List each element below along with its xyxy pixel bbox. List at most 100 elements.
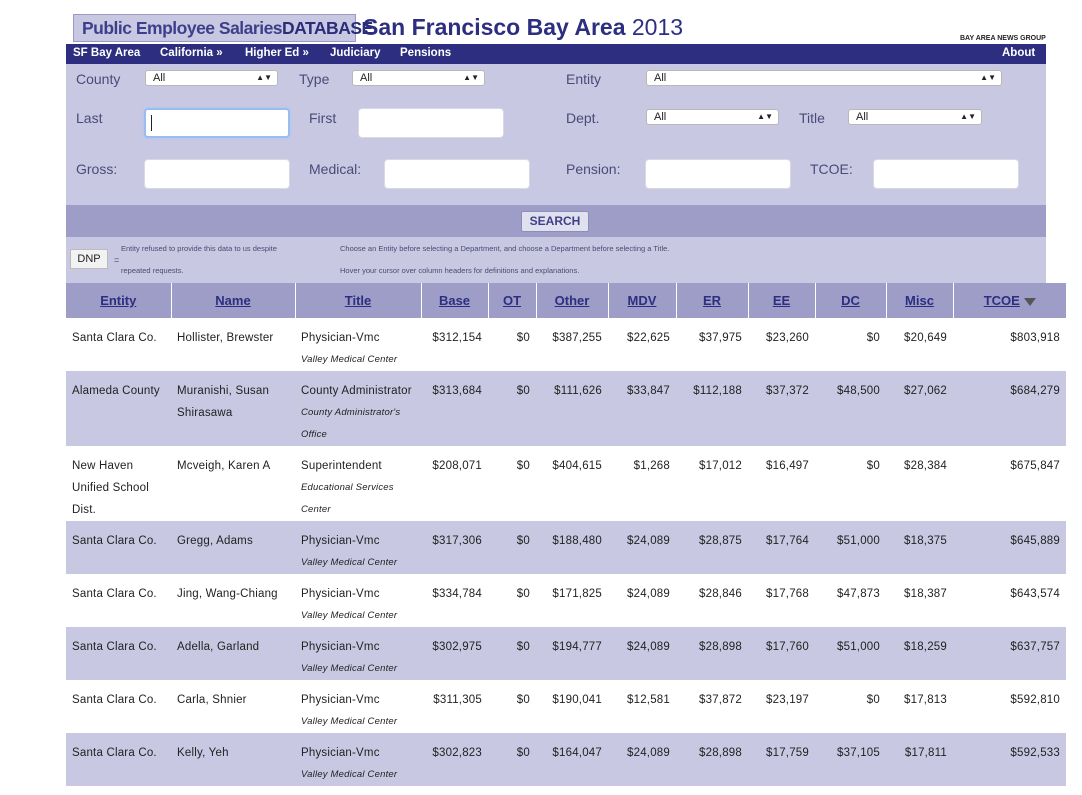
cell-entity: Santa Clara Co. <box>66 521 171 574</box>
cell-misc: $28,384 <box>886 446 953 521</box>
cell-entity: Santa Clara Co. <box>66 627 171 680</box>
cell-misc: $18,259 <box>886 627 953 680</box>
gross-input[interactable] <box>144 159 290 189</box>
tcoe-value: $675,847 <box>1010 460 1060 472</box>
gross-label: Gross: <box>76 161 118 177</box>
tcoe-input[interactable] <box>873 159 1019 189</box>
title-select[interactable]: All ▲▼ <box>848 109 982 125</box>
cell-tcoe: $643,574 <box>953 574 1066 627</box>
medical-input[interactable] <box>384 159 530 189</box>
hint-hover-headers: Hover your cursor over column headers fo… <box>340 266 580 275</box>
cell-other: $111,626 <box>536 371 608 446</box>
cell-dc: $51,000 <box>815 521 886 574</box>
nav-about[interactable]: About <box>1002 47 1035 59</box>
column-header-base[interactable]: Base <box>421 283 489 318</box>
other-value: $404,615 <box>552 460 602 472</box>
entity-value: New Haven Unified School Dist. <box>72 460 149 516</box>
cell-ot: $0 <box>488 733 536 786</box>
cell-tcoe: $592,533 <box>953 733 1066 786</box>
cell-entity: Alameda County <box>66 371 171 446</box>
base-value: $312,154 <box>432 332 482 344</box>
cell-mdv: $12,581 <box>608 680 676 733</box>
title-value: Physician-Vmc <box>301 332 380 344</box>
misc-value: $28,384 <box>904 460 947 472</box>
cell-name: Adella, Garland <box>171 627 295 680</box>
mdv-value: $1,268 <box>633 460 670 472</box>
logo-database-text: DATABASE <box>282 17 373 38</box>
other-value: $190,041 <box>552 694 602 706</box>
tcoe-value: $637,757 <box>1010 641 1060 653</box>
cell-misc: $18,387 <box>886 574 953 627</box>
column-header-label: ER <box>702 293 722 308</box>
title-value: Superintendent <box>301 460 382 472</box>
cell-ot: $0 <box>488 318 536 371</box>
cell-mdv: $22,625 <box>608 318 676 371</box>
department-value: Valley Medical Center <box>301 716 398 727</box>
column-header-label: Misc <box>905 293 934 308</box>
other-value: $188,480 <box>552 535 602 547</box>
search-button[interactable]: SEARCH <box>521 211 589 232</box>
type-select[interactable]: All ▲▼ <box>352 70 485 86</box>
pension-input[interactable] <box>645 159 791 189</box>
first-name-input[interactable] <box>358 108 504 138</box>
cell-ot: $0 <box>488 574 536 627</box>
dept-select[interactable]: All ▲▼ <box>646 109 779 125</box>
database-logo[interactable]: Public Employee Salaries DATABASE <box>73 14 373 42</box>
column-header-entity[interactable]: Entity <box>66 283 172 318</box>
title-value: Physician-Vmc <box>301 747 380 759</box>
cell-title: Physician-Vmc Valley Medical Center <box>295 733 421 786</box>
entity-value: Santa Clara Co. <box>72 332 157 344</box>
base-value: $311,305 <box>433 694 482 706</box>
nav-pensions[interactable]: Pensions <box>400 47 451 59</box>
column-header-tcoe[interactable]: TCOE <box>953 283 1066 318</box>
cell-misc: $18,375 <box>886 521 953 574</box>
dc-value: $0 <box>866 332 880 344</box>
other-value: $111,626 <box>554 385 602 397</box>
cell-title: Physician-Vmc Valley Medical Center <box>295 574 421 627</box>
ee-value: $17,760 <box>766 641 809 653</box>
column-header-misc[interactable]: Misc <box>886 283 954 318</box>
cell-ee: $23,260 <box>748 318 815 371</box>
table-row: Santa Clara Co. Carla, Shnier Physician-Vm… <box>66 680 1066 733</box>
county-value: All <box>153 72 166 84</box>
cell-other: $194,777 <box>536 627 608 680</box>
cell-ee: $37,372 <box>748 371 815 446</box>
region-name: San Francisco Bay Area <box>363 14 626 40</box>
column-header-mdv[interactable]: MDV <box>608 283 677 318</box>
cell-name: Hollister, Brewster <box>171 318 295 371</box>
cell-er: $37,975 <box>676 318 748 371</box>
column-header-title[interactable]: Title <box>295 283 422 318</box>
dnp-explanation-line1: Entity refused to provide this data to u… <box>121 244 277 253</box>
nav-california[interactable]: California » <box>160 47 223 59</box>
cell-entity: Santa Clara Co. <box>66 733 171 786</box>
cell-misc: $20,649 <box>886 318 953 371</box>
county-select[interactable]: All ▲▼ <box>145 70 278 86</box>
column-header-other[interactable]: Other <box>536 283 609 318</box>
er-value: $28,875 <box>699 535 742 547</box>
hint-entity-order: Choose an Entity before selecting a Depa… <box>340 244 670 253</box>
column-header-ot[interactable]: OT <box>488 283 537 318</box>
column-header-name[interactable]: Name <box>171 283 296 318</box>
column-header-dc[interactable]: DC <box>815 283 887 318</box>
nav-higher-ed[interactable]: Higher Ed » <box>245 47 309 59</box>
nav-sf-bay-area[interactable]: SF Bay Area <box>73 47 140 59</box>
dc-value: $0 <box>866 460 880 472</box>
er-value: $37,975 <box>699 332 742 344</box>
name-value: Kelly, Yeh <box>177 747 229 759</box>
cell-dc: $48,500 <box>815 371 886 446</box>
name-value: Hollister, Brewster <box>177 332 274 344</box>
er-value: $28,898 <box>699 747 742 759</box>
column-header-er[interactable]: ER <box>676 283 749 318</box>
cell-ot: $0 <box>488 627 536 680</box>
column-header-ee[interactable]: EE <box>748 283 816 318</box>
ee-value: $23,197 <box>766 694 809 706</box>
cell-er: $17,012 <box>676 446 748 521</box>
tcoe-label: TCOE: <box>810 161 853 177</box>
base-value: $302,823 <box>432 747 482 759</box>
type-value: All <box>360 72 373 84</box>
nav-judiciary[interactable]: Judiciary <box>330 47 381 59</box>
entity-select[interactable]: All ▲▼ <box>646 70 1002 86</box>
column-header-label: Title <box>344 293 372 308</box>
tcoe-value: $684,279 <box>1010 385 1060 397</box>
last-name-input[interactable] <box>144 108 290 138</box>
